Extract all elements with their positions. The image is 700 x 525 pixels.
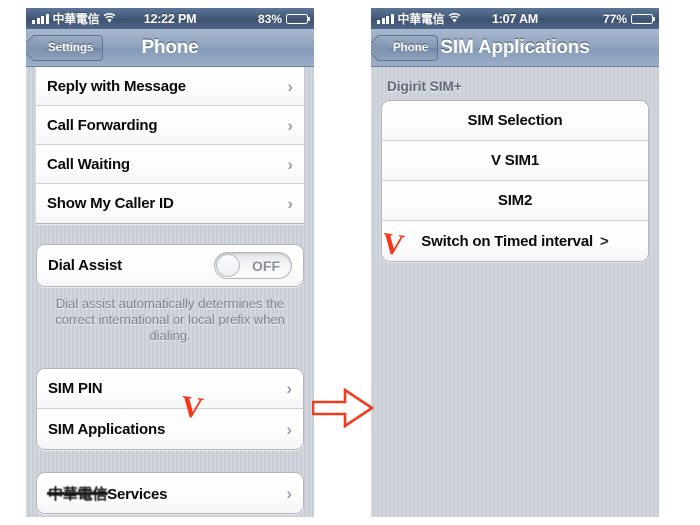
- row-show-my-caller-id[interactable]: Show My Caller ID ›: [36, 184, 304, 223]
- dial-assist-footnote: Dial assist automatically determines the…: [55, 296, 285, 343]
- settings-list-left[interactable]: Reply with Message › Call Forwarding › C…: [26, 67, 314, 517]
- status-bar-right: 中華電信 1:07 AM 77%: [371, 8, 659, 29]
- row-dial-assist[interactable]: Dial Assist OFF: [37, 245, 303, 286]
- signal-bars-icon: [377, 13, 394, 24]
- row-switch-on-timed-interval[interactable]: Switch on Timed interval >: [382, 221, 648, 261]
- back-button-label: Phone: [393, 41, 429, 54]
- row-carrier-services[interactable]: 中華電信Services ›: [37, 473, 303, 513]
- row-label: V SIM1: [491, 152, 539, 169]
- row-sim-selection[interactable]: SIM Selection: [382, 101, 648, 141]
- screenshot-root: 中華電信 12:22 PM 83% Settings Phone Reply w…: [0, 0, 700, 525]
- settings-group-sim: SIM PIN › SIM Applications ›: [36, 368, 304, 450]
- battery-icon: [286, 13, 311, 24]
- wifi-icon: [103, 13, 116, 24]
- row-label: Reply with Message: [47, 77, 186, 95]
- redacted-carrier-name: 中華電信: [46, 483, 109, 504]
- row-sim1[interactable]: V SIM1: [382, 141, 648, 181]
- battery-icon: [631, 13, 656, 24]
- status-bar-left-group: 中華電信: [32, 10, 116, 27]
- row-label: 中華電信Services: [46, 483, 168, 504]
- row-call-forwarding[interactable]: Call Forwarding ›: [36, 106, 304, 145]
- row-sim-applications[interactable]: SIM Applications ›: [37, 409, 303, 449]
- phone-screen-right: 中華電信 1:07 AM 77% Phone SIM Applications …: [371, 8, 659, 517]
- row-label: SIM PIN: [48, 380, 103, 397]
- chevron-right-icon: ›: [287, 76, 293, 96]
- row-label: Show My Caller ID: [47, 195, 174, 212]
- back-button-label: Settings: [48, 41, 94, 54]
- back-button-settings[interactable]: Settings: [33, 34, 104, 61]
- sim-applications-list[interactable]: Digirit SIM+ SIM Selection V SIM1 SIM2 S…: [371, 67, 659, 517]
- row-label: Call Waiting: [47, 155, 130, 173]
- back-button-phone[interactable]: Phone: [378, 34, 439, 61]
- row-label: Call Forwarding: [47, 116, 158, 134]
- row-label: Dial Assist: [48, 257, 122, 274]
- toggle-state-label: OFF: [252, 257, 280, 274]
- wifi-icon: [448, 13, 461, 24]
- chevron-right-icon: >: [599, 232, 609, 250]
- chevron-right-icon: ›: [286, 419, 292, 439]
- sim-applications-group: SIM Selection V SIM1 SIM2 Switch on Time…: [381, 100, 649, 262]
- nav-bar-left: Settings Phone: [26, 29, 314, 67]
- chevron-right-icon: ›: [286, 379, 292, 398]
- status-bar-left-group: 中華電信: [377, 10, 461, 27]
- toggle-knob: [216, 254, 240, 277]
- row-label: Switch on Timed interval: [421, 232, 593, 250]
- nav-bar-right: Phone SIM Applications: [371, 29, 659, 67]
- phone-screen-left: 中華電信 12:22 PM 83% Settings Phone Reply w…: [26, 8, 314, 517]
- row-sim-pin[interactable]: SIM PIN ›: [37, 369, 303, 409]
- settings-group-carrier-services: 中華電信Services ›: [36, 472, 304, 514]
- signal-bars-icon: [32, 13, 49, 24]
- row-label: SIM Selection: [467, 112, 563, 129]
- settings-group-call: Reply with Message › Call Forwarding › C…: [36, 67, 304, 224]
- battery-percent-label: 77%: [602, 11, 627, 26]
- chevron-right-icon: ›: [287, 194, 293, 213]
- services-label: Services: [107, 485, 168, 503]
- row-label: SIM Applications: [48, 420, 166, 438]
- chevron-right-icon: ›: [287, 154, 293, 174]
- status-bar-right-group: 77%: [602, 11, 656, 26]
- chevron-right-icon: ›: [287, 115, 293, 135]
- right-arrow-icon: [312, 387, 374, 429]
- row-sim2[interactable]: SIM2: [382, 181, 648, 221]
- carrier-label: 中華電信: [397, 12, 445, 26]
- status-bar-left: 中華電信 12:22 PM 83%: [26, 8, 314, 29]
- group-header-digirit: Digirit SIM+: [387, 79, 462, 94]
- settings-group-dial-assist: Dial Assist OFF: [36, 244, 304, 287]
- dial-assist-toggle[interactable]: OFF: [214, 252, 292, 279]
- row-label: SIM2: [497, 192, 533, 209]
- battery-percent-label: 83%: [257, 11, 282, 26]
- chevron-right-icon: ›: [286, 483, 292, 503]
- status-bar-right-group: 83%: [257, 11, 311, 26]
- row-call-waiting[interactable]: Call Waiting ›: [36, 145, 304, 184]
- carrier-label: 中華電信: [52, 12, 100, 26]
- row-reply-with-message[interactable]: Reply with Message ›: [36, 67, 304, 106]
